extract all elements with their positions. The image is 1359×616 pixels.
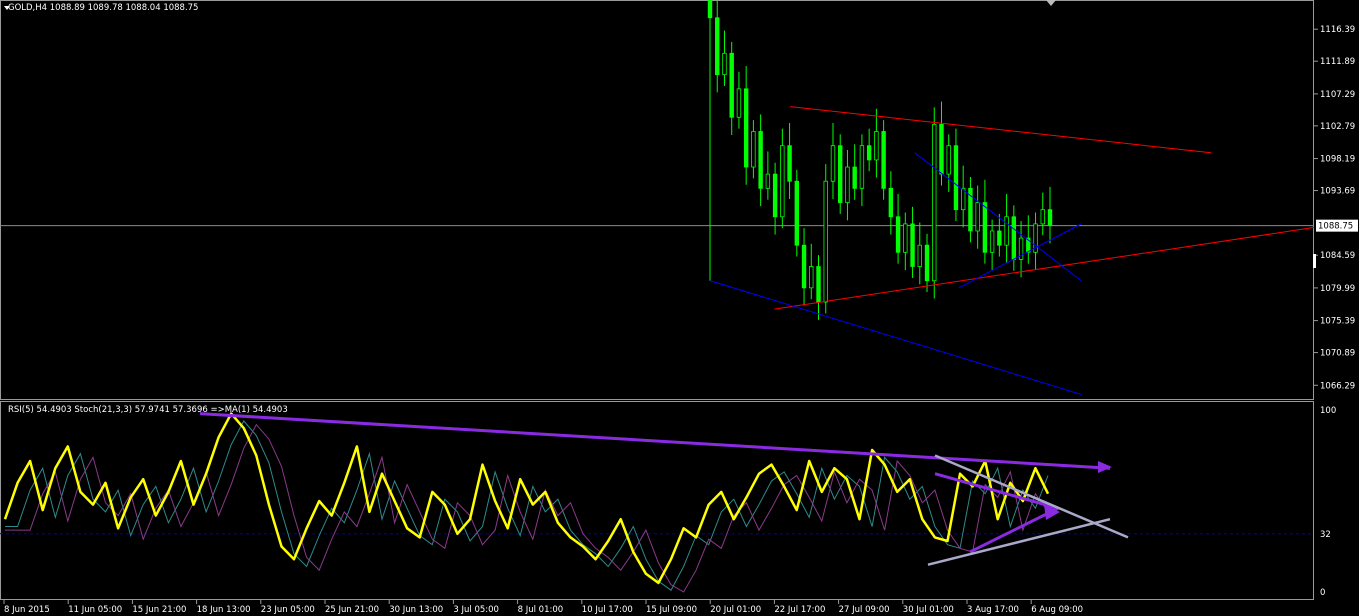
trendline-blue bbox=[914, 152, 1082, 282]
candle-body bbox=[758, 131, 763, 189]
candle-body bbox=[874, 131, 879, 161]
candle-body bbox=[780, 145, 785, 218]
candle-body bbox=[722, 52, 727, 76]
rsi-tick-label: 32 bbox=[1320, 530, 1331, 540]
candle-body bbox=[953, 145, 959, 211]
time-tick-label: 8 Jul 01:00 bbox=[518, 605, 564, 615]
candle-body bbox=[895, 216, 901, 253]
candle-body bbox=[888, 187, 894, 218]
price-tick-label: 1093.69 bbox=[1320, 187, 1355, 197]
time-tick-label: 8 Jun 2015 bbox=[4, 605, 50, 615]
arrowhead-icon bbox=[1098, 461, 1112, 473]
time-tick-label: 30 Jun 13:00 bbox=[389, 605, 443, 615]
chart-canvas: 1116.39 1111.89 1107.29 1102.79 1098.19 1093.… bbox=[0, 0, 1358, 615]
time-tick-label: 22 Jul 17:00 bbox=[774, 605, 825, 615]
price-tick-label: 1066.29 bbox=[1320, 381, 1355, 391]
time-tick-label: 18 Jun 13:00 bbox=[197, 605, 251, 615]
price-tick-label: 1075.39 bbox=[1320, 317, 1355, 327]
candle-body bbox=[772, 173, 778, 218]
candle-body bbox=[794, 180, 800, 246]
candle-body bbox=[903, 223, 908, 253]
time-tick-label: 20 Jul 01:00 bbox=[710, 605, 761, 615]
trendline-blue bbox=[710, 280, 1082, 395]
trendline-red bbox=[790, 106, 1212, 154]
price-tick-label: 1079.99 bbox=[1320, 284, 1355, 294]
time-tick-label: 11 Jun 05:00 bbox=[68, 605, 122, 615]
candle-body bbox=[765, 173, 771, 189]
chart-shift-icon bbox=[1046, 0, 1056, 6]
rsi-tick-label: 100 bbox=[1320, 406, 1336, 416]
time-tick-label: 6 Aug 09:00 bbox=[1031, 605, 1083, 615]
candle-body bbox=[1047, 209, 1053, 227]
candle-body bbox=[816, 266, 821, 303]
candle-body bbox=[845, 166, 850, 203]
price-tick-label: 1102.79 bbox=[1320, 122, 1355, 132]
candle-body bbox=[751, 131, 756, 168]
candle-body bbox=[830, 145, 836, 182]
time-tick-label: 3 Aug 17:00 bbox=[967, 605, 1019, 615]
candle-body bbox=[838, 145, 843, 203]
price-tick-label: 1111.89 bbox=[1320, 57, 1355, 67]
rsi-trendline-purple bbox=[199, 412, 1111, 470]
candle-body bbox=[729, 52, 734, 118]
stoch-signal-line bbox=[5, 423, 1049, 593]
candle-body bbox=[924, 244, 930, 282]
time-tick-label: 15 Jun 21:00 bbox=[132, 605, 186, 615]
candle-body bbox=[1011, 216, 1017, 260]
candle-body bbox=[1004, 216, 1009, 246]
candle-body bbox=[852, 166, 857, 189]
candle-body bbox=[1040, 209, 1045, 225]
time-tick-label: 25 Jun 21:00 bbox=[325, 605, 379, 615]
rsi-line bbox=[3, 412, 1050, 585]
candle-body bbox=[801, 244, 807, 289]
candle-body bbox=[743, 88, 749, 168]
candle-body bbox=[859, 145, 865, 189]
candle-body bbox=[989, 230, 995, 253]
current-price-label: 1088.75 bbox=[1318, 222, 1353, 232]
candle-body bbox=[917, 244, 922, 267]
price-tick-label: 1084.59 bbox=[1320, 251, 1355, 261]
candle-body bbox=[787, 145, 792, 182]
candle-body bbox=[866, 145, 872, 161]
candle-body bbox=[910, 223, 915, 267]
candle-body bbox=[982, 202, 988, 253]
candle-body bbox=[975, 202, 980, 232]
trendline-red bbox=[774, 226, 1315, 310]
candle-body bbox=[932, 123, 937, 282]
time-tick-label: 3 Jul 05:00 bbox=[453, 605, 499, 615]
candle-body bbox=[997, 230, 1002, 246]
time-tick-label: 23 Jun 05:00 bbox=[261, 605, 315, 615]
time-tick-label: 30 Jul 01:00 bbox=[903, 605, 954, 615]
candle-body bbox=[809, 266, 814, 289]
candle-body bbox=[715, 17, 720, 76]
price-scale-marker bbox=[1313, 254, 1316, 268]
candle-body bbox=[823, 180, 828, 303]
candle-body bbox=[707, 0, 713, 19]
rsi-tick-label: 0 bbox=[1320, 588, 1325, 598]
candle-body bbox=[736, 88, 742, 118]
price-tick-label: 1116.39 bbox=[1320, 25, 1355, 35]
time-tick-label: 15 Jul 09:00 bbox=[646, 605, 697, 615]
time-tick-label: 27 Jul 09:00 bbox=[839, 605, 890, 615]
candle-body bbox=[881, 131, 886, 189]
candle-body bbox=[946, 145, 951, 175]
candle-body bbox=[939, 123, 944, 175]
price-tick-label: 1107.29 bbox=[1320, 90, 1355, 100]
price-tick-label: 1098.19 bbox=[1320, 155, 1355, 165]
price-tick-label: 1070.89 bbox=[1320, 349, 1355, 359]
time-tick-label: 10 Jul 17:00 bbox=[582, 605, 633, 615]
